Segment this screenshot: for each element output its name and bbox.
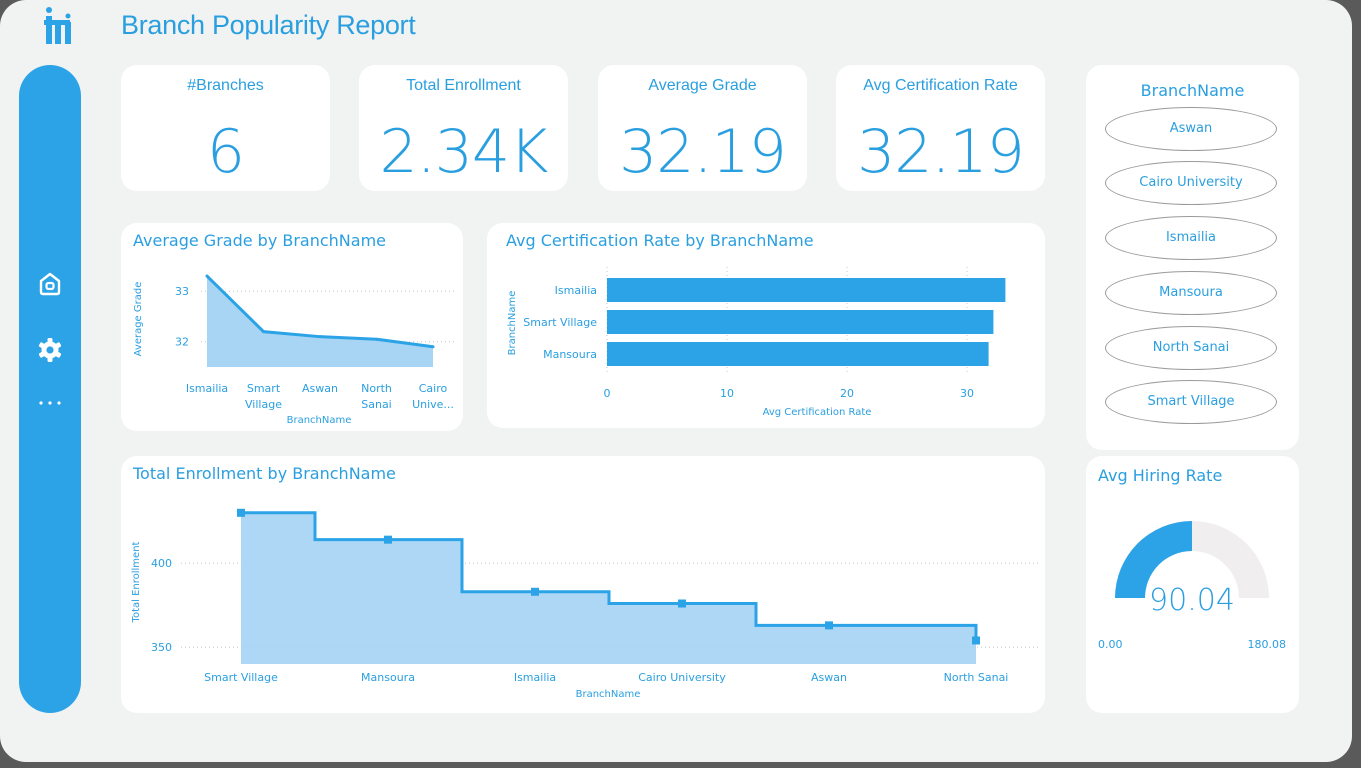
average-grade-chart[interactable]: 32 33 Ismailia Smart Village Aswan North Sanai C… — [121, 223, 463, 431]
slicer-option-aswan[interactable]: Aswan — [1105, 107, 1277, 151]
data-point — [825, 621, 833, 630]
more-icon[interactable] — [36, 389, 64, 417]
x-tick-label: 0 — [604, 387, 611, 400]
kpi-label: #Branches — [187, 77, 264, 94]
kpi-card-branches: #Branches 6 — [121, 65, 330, 191]
slicer-option-north-sanai[interactable]: North Sanai — [1105, 326, 1277, 370]
total-enrollment-chart-card: Total Enrollment by BranchName 350 400 Sma… — [121, 456, 1045, 713]
data-point — [375, 337, 378, 341]
y-tick-label: 400 — [151, 557, 172, 570]
kpi-label: Average Grade — [648, 77, 757, 94]
x-axis-title: BranchName — [287, 415, 352, 426]
kpi-value: 32.19 — [857, 117, 1025, 187]
kpi-label: Avg Certification Rate — [863, 77, 1018, 94]
branch-slicer: BranchName Aswan Cairo University Ismail… — [1086, 65, 1299, 450]
slicer-option-mansoura[interactable]: Mansoura — [1105, 271, 1277, 315]
x-tick-label: 10 — [720, 387, 734, 400]
grade-area — [207, 276, 433, 367]
x-tick-label: North Sanai — [361, 382, 392, 411]
kpi-value: 32.19 — [619, 117, 787, 187]
y-tick-label: Mansoura — [543, 348, 597, 361]
slicer-option-cairo-university[interactable]: Cairo University — [1105, 161, 1277, 205]
certification-bar — [607, 310, 994, 334]
data-point — [431, 345, 435, 349]
data-point — [384, 535, 392, 544]
home-icon[interactable] — [36, 269, 64, 297]
certification-rate-chart[interactable]: 0 10 20 30IsmailiaSmart VillageMansouraAvg … — [487, 223, 1045, 428]
total-enrollment-chart[interactable]: 350 400 Smart Village Mansoura Ismailia Cairo… — [121, 456, 1045, 713]
average-grade-chart-card: Average Grade by BranchName 32 33 Ismailia… — [121, 223, 463, 431]
certification-rate-chart-card: Avg Certification Rate by BranchName 0 10… — [487, 223, 1045, 428]
x-tick-label: Ismailia — [186, 382, 228, 395]
y-tick-label: Ismailia — [555, 284, 597, 297]
data-point — [237, 508, 245, 517]
y-axis-title: BranchName — [507, 291, 518, 356]
data-point — [531, 587, 539, 596]
y-tick-label: 33 — [175, 285, 189, 298]
gear-icon[interactable] — [36, 336, 64, 364]
kpi-value: 2.34K — [379, 117, 549, 187]
x-axis-title: Avg Certification Rate — [763, 407, 872, 418]
x-tick-label: Ismailia — [514, 671, 556, 684]
data-point — [205, 274, 209, 278]
data-point — [678, 599, 686, 608]
report-title: Branch Popularity Report — [121, 10, 416, 40]
enrollment-area — [241, 512, 976, 664]
x-tick-label: Cairo Unive... — [412, 382, 454, 411]
hiring-rate-gauge[interactable]: 90.04 0.00 180.08 — [1086, 520, 1299, 660]
kpi-label: Total Enrollment — [406, 77, 521, 94]
gauge-title: Avg Hiring Rate — [1098, 466, 1223, 485]
x-tick-label: Smart Village — [245, 382, 282, 411]
gauge-max-label: 180.08 — [1248, 638, 1287, 651]
slicer-title: BranchName — [1140, 81, 1245, 100]
y-axis-title: Average Grade — [133, 282, 144, 357]
x-tick-label: North Sanai — [944, 671, 1009, 684]
gauge-value: 90.04 — [1149, 583, 1235, 618]
iti-logo — [44, 7, 71, 44]
certification-bar — [607, 342, 989, 366]
certification-bar — [607, 278, 1006, 302]
report-canvas: Branch Popularity Report #Branches 6 Tot… — [0, 0, 1352, 762]
x-tick-label: 30 — [960, 387, 974, 400]
x-axis-title: BranchName — [576, 689, 641, 700]
x-tick-label: Aswan — [811, 671, 847, 684]
gauge-min-label: 0.00 — [1098, 638, 1123, 651]
y-tick-label: 350 — [151, 641, 172, 654]
x-tick-label: 20 — [840, 387, 854, 400]
x-tick-label: Mansoura — [361, 671, 415, 684]
kpi-card-average-grade: Average Grade 32.19 — [598, 65, 807, 191]
x-tick-label: Smart Village — [204, 671, 278, 684]
sidebar-nav — [19, 65, 81, 713]
x-tick-label: Cairo University — [638, 671, 726, 684]
kpi-card-total-enrollment: Total Enrollment 2.34K — [359, 65, 568, 191]
y-tick-label: 32 — [175, 336, 189, 349]
slicer-option-smart-village[interactable]: Smart Village — [1105, 380, 1277, 424]
data-point — [972, 636, 980, 645]
kpi-card-avg-certification-rate: Avg Certification Rate 32.19 — [836, 65, 1045, 191]
y-tick-label: Smart Village — [523, 316, 597, 329]
slicer-option-ismailia[interactable]: Ismailia — [1105, 216, 1277, 260]
y-axis-title: Total Enrollment — [131, 541, 142, 623]
data-point — [318, 335, 322, 339]
x-tick-label: Aswan — [302, 382, 338, 395]
data-point — [262, 330, 265, 334]
kpi-value: 6 — [206, 117, 245, 187]
